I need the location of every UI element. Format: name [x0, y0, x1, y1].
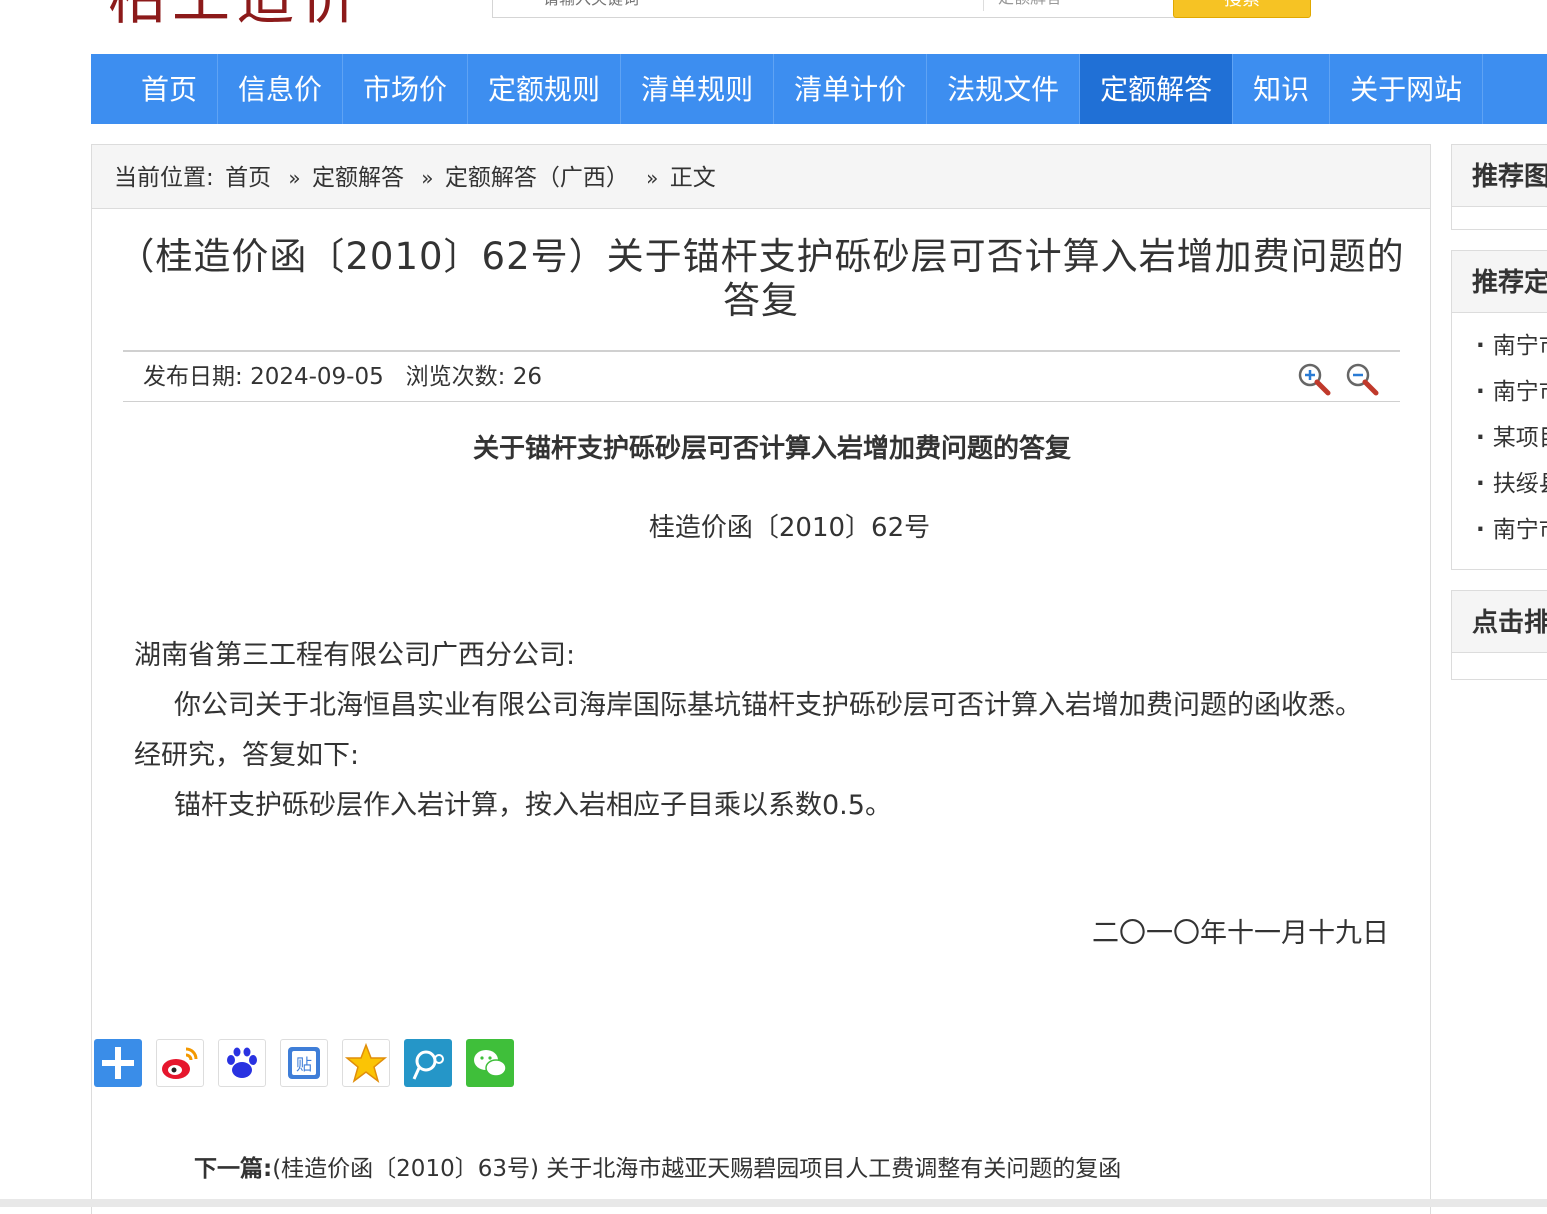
- breadcrumb-quota-answers[interactable]: 定额解答: [312, 165, 404, 191]
- nav-item-list-pricing[interactable]: 清单计价: [774, 54, 928, 124]
- nav-item-home[interactable]: 首页: [121, 54, 219, 124]
- nav-item-quota-rules[interactable]: 定额规则: [468, 54, 622, 124]
- body-paragraph: 锚杆支护砾砂层作入岩计算，按入岩相应子目乘以系数0.5。: [174, 790, 892, 821]
- svg-text:贴: 贴: [296, 1055, 312, 1074]
- views-label: 浏览次数:: [405, 364, 506, 390]
- breadcrumb-current: 正文: [669, 165, 716, 191]
- nav-item-list-rules[interactable]: 清单规则: [621, 54, 775, 124]
- document-number: 桂造价函〔2010〕62号: [648, 513, 931, 543]
- share-more-icon[interactable]: [94, 1039, 142, 1087]
- sidebar-list-item[interactable]: 南宁市: [1476, 369, 1547, 415]
- sidebar-click-ranking: 点击排: [1451, 590, 1547, 680]
- document-date: 二〇一〇年十一月十九日: [1092, 918, 1389, 949]
- site-logo[interactable]: 柏工造价: [108, 0, 364, 28]
- breadcrumb-prefix: 当前位置:: [114, 165, 214, 191]
- content-heading: 关于锚杆支护砾砂层可否计算入岩增加费问题的答复: [472, 434, 1071, 464]
- horizontal-scrollbar[interactable]: [0, 1199, 1547, 1207]
- salutation: 湖南省第三工程有限公司广西分公司:: [134, 640, 576, 671]
- qzone-icon[interactable]: [342, 1039, 390, 1087]
- search-divider: [983, 0, 984, 11]
- wechat-icon[interactable]: [466, 1039, 514, 1087]
- zoom-in-icon[interactable]: [1297, 362, 1331, 396]
- search-box: 定额解答: [492, 0, 1182, 18]
- article-panel: 当前位置: 首页 » 定额解答 » 定额解答（广西） » 正文 （桂造价函〔20…: [91, 144, 1431, 1214]
- sidebar-list-item[interactable]: 南宁市: [1476, 507, 1547, 553]
- body-paragraph: 你公司关于北海恒昌实业有限公司海岸国际基坑锚杆支护砾砂层可否计算入岩增加费问题的…: [134, 690, 1362, 771]
- zoom-out-icon[interactable]: [1345, 362, 1379, 396]
- publish-date-label: 发布日期:: [143, 364, 243, 390]
- article-meta: 发布日期: 2024-09-05 浏览次数: 26: [123, 350, 1400, 402]
- sidebar-title: 推荐图: [1452, 145, 1547, 207]
- next-article-label: 下一篇:: [194, 1156, 273, 1182]
- next-article-link[interactable]: (桂造价函〔2010〕63号) 关于北海市越亚天赐碧园项目人工费调整有关问题的复…: [272, 1156, 1121, 1182]
- nav-item-quota-answers[interactable]: 定额解答: [1080, 54, 1234, 124]
- search-input[interactable]: [493, 0, 983, 17]
- site-header: 柏工造价 定额解答 搜索: [0, 0, 1547, 54]
- sidebar-list: 南宁市 南宁市 某项目 扶绥县 南宁市: [1452, 313, 1547, 553]
- sidebar-recommended-quota: 推荐定 南宁市 南宁市 某项目 扶绥县 南宁市: [1451, 250, 1547, 570]
- weibo-icon[interactable]: [156, 1039, 204, 1087]
- tieba-icon[interactable]: 贴: [280, 1039, 328, 1087]
- nav-item-info-price[interactable]: 信息价: [218, 54, 344, 124]
- next-article: 下一篇:(桂造价函〔2010〕63号) 关于北海市越亚天赐碧园项目人工费调整有关…: [194, 1149, 1121, 1183]
- breadcrumb: 当前位置: 首页 » 定额解答 » 定额解答（广西） » 正文: [92, 145, 1430, 209]
- main-nav: 首页 信息价 市场价 定额规则 清单规则 清单计价 法规文件 定额解答 知识 关…: [91, 54, 1547, 124]
- search-button[interactable]: 搜索: [1173, 0, 1311, 18]
- sidebar-list-item[interactable]: 南宁市: [1476, 323, 1547, 369]
- breadcrumb-separator: »: [646, 166, 659, 190]
- breadcrumb-home[interactable]: 首页: [225, 165, 271, 191]
- share-bar: 贴: [94, 1039, 514, 1087]
- sidebar-title: 推荐定: [1452, 251, 1547, 313]
- sidebar-list-item[interactable]: 扶绥县: [1476, 461, 1547, 507]
- publish-date: 2024-09-05: [250, 364, 384, 390]
- nav-item-regulations[interactable]: 法规文件: [927, 54, 1081, 124]
- nav-item-about[interactable]: 关于网站: [1330, 54, 1484, 124]
- breadcrumb-separator: »: [288, 166, 301, 190]
- sidebar-list-item[interactable]: 某项目: [1476, 415, 1547, 461]
- nav-item-knowledge[interactable]: 知识: [1233, 54, 1331, 124]
- nav-item-market-price[interactable]: 市场价: [343, 54, 469, 124]
- sidebar-title: 点击排: [1452, 591, 1547, 653]
- article-title: （桂造价函〔2010〕62号）关于锚杆支护砾砂层可否计算入岩增加费问题的答复: [117, 235, 1405, 322]
- search-scope-select[interactable]: 定额解答: [998, 0, 1062, 17]
- sidebar-recommended-images: 推荐图: [1451, 144, 1547, 230]
- baidu-icon[interactable]: [218, 1039, 266, 1087]
- tqq-icon[interactable]: [404, 1039, 452, 1087]
- breadcrumb-separator: »: [421, 166, 434, 190]
- breadcrumb-guangxi[interactable]: 定额解答（广西）: [445, 165, 629, 191]
- views-count: 26: [512, 364, 543, 390]
